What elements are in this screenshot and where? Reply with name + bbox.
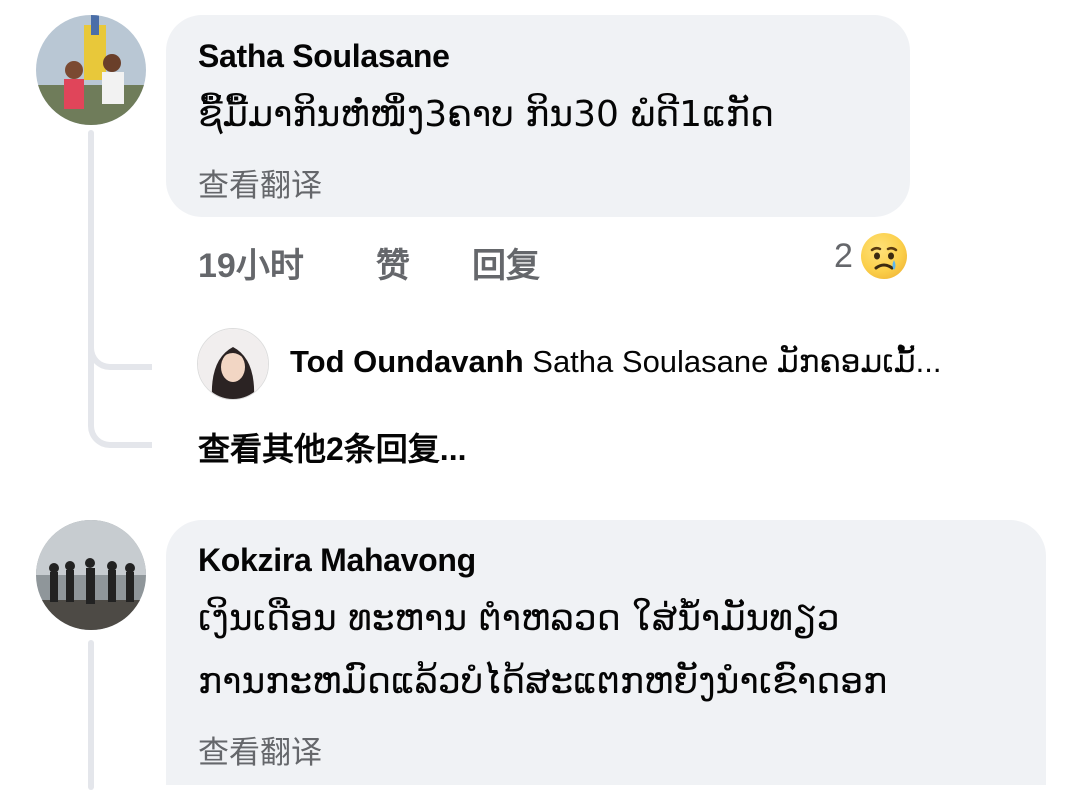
- reaction-count: 2: [834, 236, 853, 275]
- avatar[interactable]: [36, 15, 146, 125]
- thread-line: [88, 640, 94, 790]
- view-more-replies-link[interactable]: 查看其他2条回复...: [198, 424, 466, 470]
- like-button[interactable]: 赞: [376, 238, 410, 287]
- thread-connector: [88, 350, 152, 448]
- comment-text: ການກະຫມົດແລ້ວບໍໄດ້ສະແຕກຫຍັງນຳເຂົາດອກ: [198, 661, 888, 702]
- reply-avatar[interactable]: [197, 328, 269, 400]
- reaction-summary[interactable]: 2: [834, 233, 907, 279]
- avatar[interactable]: [36, 520, 146, 630]
- see-translation-link[interactable]: 查看翻译: [198, 160, 322, 205]
- comment-author[interactable]: Satha Soulasane: [198, 38, 450, 75]
- comment-text: ຊື້ມື້ມາກິນຫໍ່ໜຶ່ງ3ຄາບ ກິນ30 ພໍດີ1ແກັດ: [198, 94, 774, 135]
- reply-author[interactable]: Tod Oundavanh: [290, 344, 524, 379]
- reply-preview[interactable]: Tod Oundavanh Satha Soulasane ມັກຄອມເມັ້…: [290, 344, 941, 380]
- sad-face-icon: [860, 233, 907, 279]
- comment-timestamp[interactable]: 19小时: [198, 238, 304, 287]
- reply-text: Satha Soulasane ມັກຄອມເມັ້...: [532, 344, 942, 379]
- reply-button[interactable]: 回复: [472, 238, 540, 287]
- see-translation-link[interactable]: 查看翻译: [198, 727, 322, 772]
- comment-text: ເງິນເດືອນ ທະຫານ ຕຳຫລວດ ໃສ່ນ້ຳມັນທຽວ: [198, 598, 840, 639]
- comment-author[interactable]: Kokzira Mahavong: [198, 542, 476, 579]
